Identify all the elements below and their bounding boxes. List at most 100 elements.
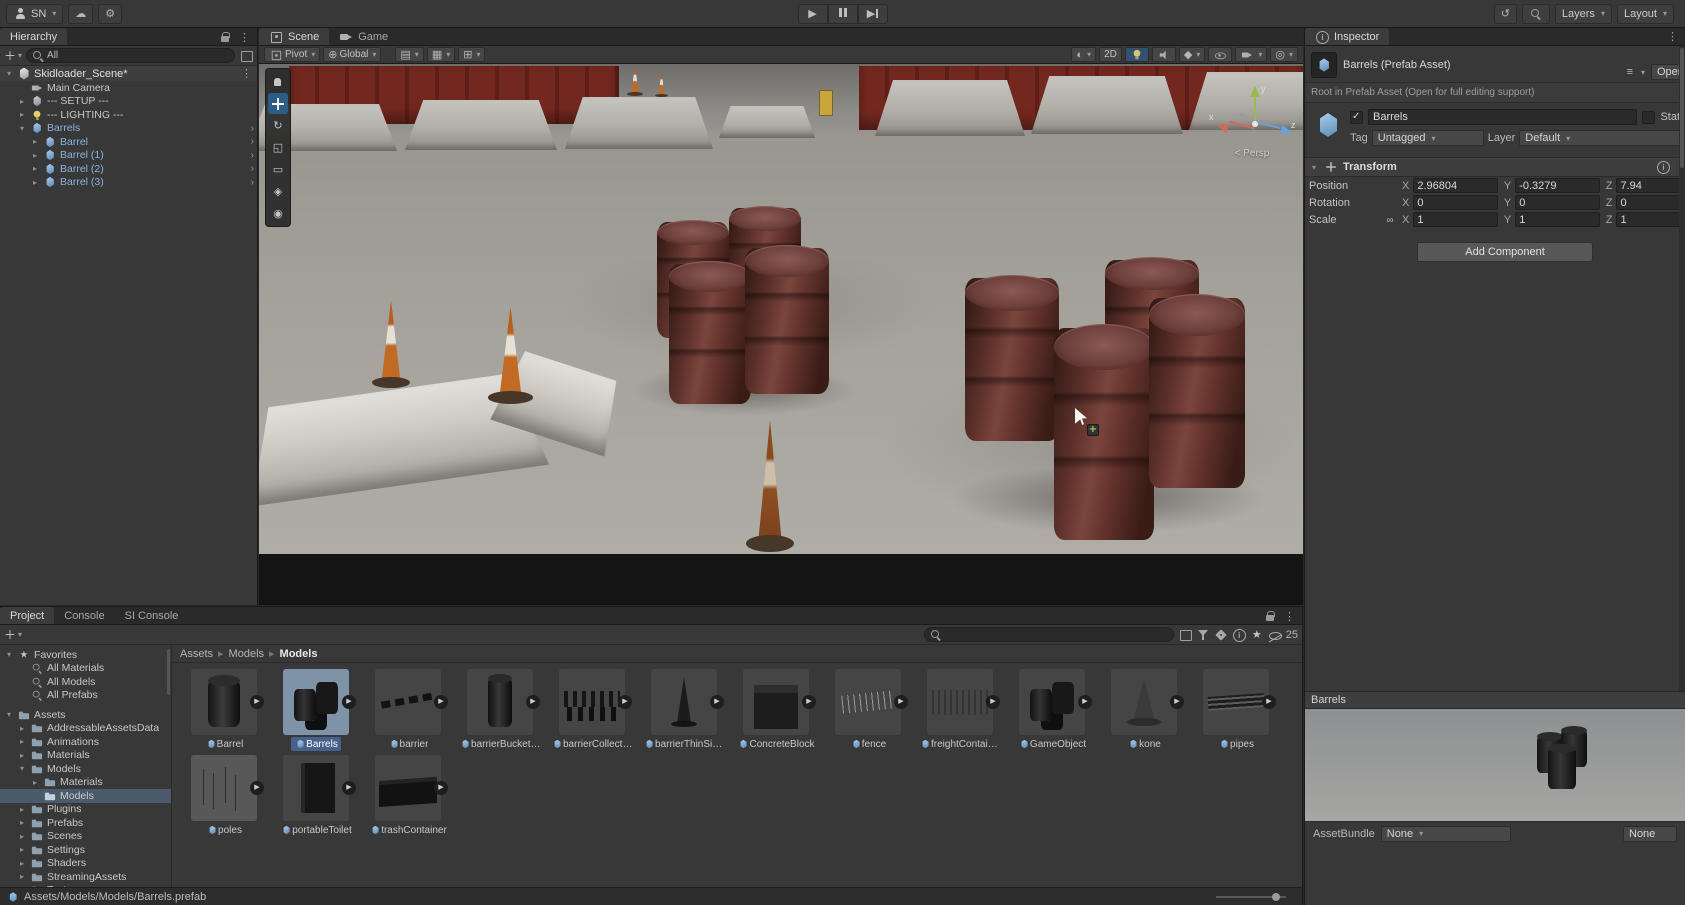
view-tool-button[interactable] <box>268 71 288 92</box>
transform-tool-button[interactable]: ◈ <box>268 181 288 202</box>
scene-view-tab[interactable]: Scene <box>259 28 329 45</box>
favorites-filter-icon[interactable] <box>1250 628 1264 642</box>
layers-dropdown[interactable]: Layers ▾ <box>1555 4 1612 24</box>
hierarchy-search-input[interactable] <box>47 50 230 61</box>
prefab-open-chevron[interactable]: › <box>251 163 254 174</box>
expand-arrow[interactable]: ▸ <box>17 724 27 733</box>
expand-arrow[interactable]: ▸ <box>30 778 40 787</box>
gizmos-dropdown[interactable]: ◎▾ <box>1270 47 1298 62</box>
asset-tile[interactable]: ▶ portableToilet <box>272 755 360 837</box>
prefab-open-chevron[interactable]: › <box>251 123 254 134</box>
pause-button[interactable] <box>828 4 858 24</box>
scene-header-row[interactable]: ▾ Skidloader_Scene* ⋮ <box>0 66 257 81</box>
folder-tree-item[interactable]: ▸ Plugins <box>0 803 171 817</box>
asset-tile[interactable]: ▶ barrier <box>364 669 452 751</box>
preview-header[interactable]: Barrels <box>1305 691 1685 709</box>
foldout-arrow[interactable]: ▾ <box>1309 163 1319 172</box>
x-value-field[interactable]: 2.96804 <box>1413 178 1498 193</box>
project-area-tab[interactable]: Project <box>0 607 54 624</box>
barrel[interactable] <box>1149 298 1245 488</box>
move-tool-button[interactable] <box>268 93 288 114</box>
project-search[interactable] <box>924 627 1174 642</box>
snap-increment-button[interactable]: ▤▾ <box>395 47 423 62</box>
lock-icon[interactable] <box>1263 609 1277 623</box>
traffic-cone[interactable] <box>371 300 411 388</box>
play-button[interactable]: ▶ <box>798 4 828 24</box>
folder-tree-item[interactable]: ▸ Prefabs <box>0 816 171 830</box>
subasset-expand-icon[interactable]: ▶ <box>434 695 448 709</box>
gameobject-name-field[interactable]: Barrels <box>1368 109 1637 125</box>
expand-arrow[interactable]: ▸ <box>17 110 27 119</box>
expand-arrow[interactable]: ▸ <box>17 751 27 760</box>
asset-tile[interactable]: ▶ Barrels <box>272 669 360 751</box>
draw-mode-dropdown[interactable]: ◐▾ <box>1071 47 1096 62</box>
expand-arrow[interactable]: ▾ <box>17 764 27 773</box>
prefab-open-chevron[interactable]: › <box>251 150 254 161</box>
asset-tile[interactable]: ▶ GameObject <box>1008 669 1096 751</box>
expand-arrow[interactable]: ▸ <box>17 845 27 854</box>
y-value-field[interactable]: 0 <box>1515 195 1600 210</box>
search-everywhere-button[interactable] <box>1522 4 1550 24</box>
folder-tree-item[interactable]: All Materials <box>0 662 171 676</box>
kebab-menu-icon[interactable]: ⋮ <box>236 31 253 44</box>
traffic-cone[interactable] <box>627 66 643 96</box>
lighting-toggle[interactable] <box>1125 47 1149 62</box>
active-checkbox[interactable] <box>1350 111 1363 124</box>
expand-arrow[interactable]: ▸ <box>17 818 27 827</box>
zoom-knob[interactable] <box>1272 893 1280 901</box>
asset-thumbnail[interactable]: ▶ <box>927 669 993 735</box>
prefab-open-chevron[interactable]: › <box>251 136 254 147</box>
expand-arrow[interactable]: ▸ <box>17 805 27 814</box>
subasset-expand-icon[interactable]: ▶ <box>986 695 1000 709</box>
asset-tile[interactable]: ▶ pipes <box>1192 669 1280 751</box>
static-checkbox[interactable] <box>1642 111 1655 124</box>
asset-thumbnail[interactable]: ▶ <box>283 755 349 821</box>
folder-tree-item[interactable]: ▸ Materials <box>0 749 171 763</box>
breadcrumb-item[interactable]: Models <box>213 647 264 660</box>
custom-tools-button[interactable]: ◉ <box>268 203 288 224</box>
asset-thumbnail[interactable]: ▶ <box>191 755 257 821</box>
folder-tree-item[interactable]: ▾ Favorites <box>0 648 171 662</box>
expand-arrow[interactable]: ▸ <box>17 859 27 868</box>
x-value-field[interactable]: 0 <box>1413 195 1498 210</box>
subasset-expand-icon[interactable]: ▶ <box>434 781 448 795</box>
filter-icon[interactable] <box>1196 628 1210 642</box>
transform-component-header[interactable]: ▾ Transform ⋮ <box>1305 157 1685 177</box>
traffic-cone[interactable] <box>745 420 795 552</box>
add-component-button[interactable]: Add Component <box>1417 242 1593 262</box>
asset-thumbnail[interactable]: ▶ <box>375 755 441 821</box>
expand-arrow[interactable]: ▾ <box>4 710 14 719</box>
subasset-expand-icon[interactable]: ▶ <box>618 695 632 709</box>
asset-thumbnail[interactable]: ▶ <box>375 669 441 735</box>
asset-thumbnail[interactable]: ▶ <box>1019 669 1085 735</box>
expand-arrow[interactable]: ▾ <box>4 650 14 659</box>
asset-thumbnail[interactable]: ▶ <box>835 669 901 735</box>
folder-tree-item[interactable]: All Prefabs <box>0 689 171 703</box>
info-icon[interactable] <box>1232 628 1246 642</box>
concrete-barrier[interactable] <box>1031 76 1183 134</box>
asset-tile[interactable]: ▶ fence <box>824 669 912 751</box>
hierarchy-item[interactable]: ▸ Barrel › <box>0 135 257 149</box>
lock-icon[interactable] <box>218 30 232 44</box>
y-value-field[interactable]: 1 <box>1515 212 1600 227</box>
constrain-proportions-icon[interactable] <box>1384 214 1396 226</box>
subasset-expand-icon[interactable]: ▶ <box>1262 695 1276 709</box>
grid-visibility-button[interactable]: ▦▾ <box>427 47 455 62</box>
expand-arrow[interactable]: ▸ <box>30 164 40 173</box>
subasset-expand-icon[interactable]: ▶ <box>342 781 356 795</box>
hierarchy-item[interactable]: ▸ --- SETUP --- <box>0 95 257 109</box>
asset-thumbnail[interactable]: ▶ <box>191 669 257 735</box>
folder-tree-item[interactable]: All Models <box>0 675 171 689</box>
audio-toggle[interactable] <box>1152 47 1176 62</box>
project-area-tab[interactable]: Console <box>54 607 114 624</box>
2d-toggle[interactable]: 2D <box>1099 47 1122 62</box>
thumbnail-zoom-slider[interactable] <box>1216 896 1286 898</box>
hierarchy-search[interactable] <box>26 48 235 63</box>
hierarchy-item[interactable]: ▸ Barrel (2) › <box>0 162 257 176</box>
pivot-mode-dropdown[interactable]: Pivot ▾ <box>264 47 320 62</box>
hidden-packages-icon[interactable] <box>1268 628 1282 642</box>
undo-history-button[interactable]: ↺ <box>1494 4 1517 24</box>
tree-scrollbar[interactable] <box>167 649 170 695</box>
scene-viewport[interactable]: ↻ ◱ ▭ ◈ ◉ y x z < Persp + <box>259 64 1303 605</box>
step-button[interactable]: ▶ <box>858 4 888 24</box>
